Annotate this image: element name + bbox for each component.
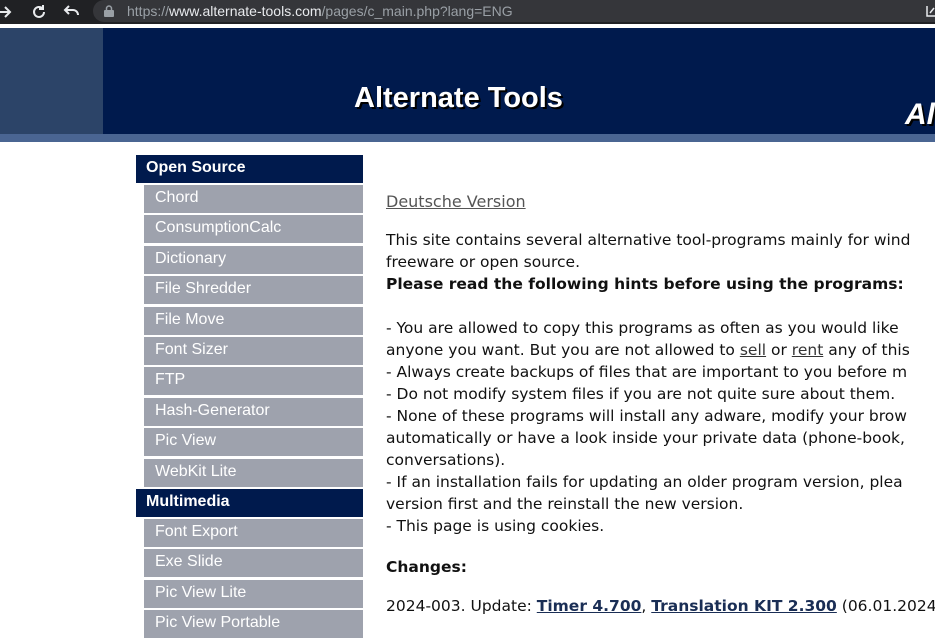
sidebar-item-pic-view[interactable]: Pic View bbox=[144, 428, 363, 457]
translation-kit-link[interactable]: Translation KIT 2.300 bbox=[651, 597, 837, 615]
category-header-open-source: Open Source bbox=[136, 155, 363, 183]
rent-link[interactable]: rent bbox=[792, 341, 823, 359]
reload-icon[interactable] bbox=[26, 0, 52, 24]
main-content: Deutsche Version This site contains seve… bbox=[386, 191, 935, 617]
hint-cookies: - This page is using cookies. bbox=[386, 517, 605, 535]
hints-heading: Please read the following hints before u… bbox=[386, 275, 904, 293]
sidebar-item-dictionary[interactable]: Dictionary bbox=[144, 245, 363, 274]
hint-copy-line-2: anyone you want. But you are not allowed… bbox=[386, 341, 910, 359]
sidebar-item-pic-view-portable[interactable]: Pic View Portable bbox=[144, 610, 363, 639]
site-banner bbox=[103, 28, 935, 134]
intro-text-line-2: freeware or open source. bbox=[386, 253, 581, 271]
sidebar-item-file-move[interactable]: File Move bbox=[144, 306, 363, 335]
sidebar-item-font-sizer[interactable]: Font Sizer bbox=[144, 336, 363, 365]
sidebar-item-font-export[interactable]: Font Export bbox=[144, 518, 363, 547]
sidebar-item-exe-slide[interactable]: Exe Slide bbox=[144, 549, 363, 578]
hint-backups: - Always create backups of files that ar… bbox=[386, 363, 908, 381]
sell-link[interactable]: sell bbox=[740, 341, 766, 359]
extension-icon[interactable] bbox=[925, 4, 935, 18]
banner-strip bbox=[0, 134, 935, 142]
timer-link[interactable]: Timer 4.700 bbox=[537, 597, 642, 615]
sidebar-item-ftp[interactable]: FTP bbox=[144, 367, 363, 396]
sidebar-item-chord[interactable]: Chord bbox=[144, 185, 363, 213]
hint-adware-line-1: - None of these programs will install an… bbox=[386, 407, 907, 425]
category-header-multimedia: Multimedia bbox=[136, 488, 363, 517]
browser-toolbar: https://www.alternate-tools.com/pages/c_… bbox=[0, 0, 935, 24]
forward-icon[interactable] bbox=[0, 0, 18, 24]
update-entry: 2024-003. Update: Timer 4.700, Translati… bbox=[386, 597, 935, 615]
hint-adware-line-3: conversations). bbox=[386, 451, 506, 469]
sidebar-item-pic-view-lite[interactable]: Pic View Lite bbox=[144, 579, 363, 608]
deutsche-version-link[interactable]: Deutsche Version bbox=[386, 192, 526, 211]
hint-install-line-1: - If an installation fails for updating … bbox=[386, 473, 903, 491]
site-title: Alternate Tools bbox=[354, 82, 563, 114]
hint-adware-line-2: automatically or have a look inside your… bbox=[386, 429, 905, 447]
hint-copy-line-1: - You are allowed to copy this programs … bbox=[386, 319, 899, 337]
changes-heading: Changes: bbox=[386, 558, 467, 576]
banner-left-panel bbox=[0, 28, 103, 134]
sidebar-item-hash-generator[interactable]: Hash-Generator bbox=[144, 397, 363, 426]
sidebar-item-consumptioncalc[interactable]: ConsumptionCalc bbox=[144, 215, 363, 244]
lock-icon bbox=[104, 5, 114, 17]
url-text[interactable]: https://www.alternate-tools.com/pages/c_… bbox=[127, 3, 513, 19]
hint-install-line-2: version first and the reinstall the new … bbox=[386, 495, 744, 513]
site-logo: Al bbox=[905, 98, 935, 131]
sidebar-menu: Open Source Chord ConsumptionCalc Dictio… bbox=[136, 155, 363, 640]
hint-system-files: - Do not modify system files if you are … bbox=[386, 385, 896, 403]
undo-icon[interactable] bbox=[58, 0, 84, 24]
sidebar-item-webkit-lite[interactable]: WebKit Lite bbox=[144, 458, 363, 487]
intro-text-line-1: This site contains several alternative t… bbox=[386, 231, 911, 249]
sidebar-item-file-shredder[interactable]: File Shredder bbox=[144, 276, 363, 305]
